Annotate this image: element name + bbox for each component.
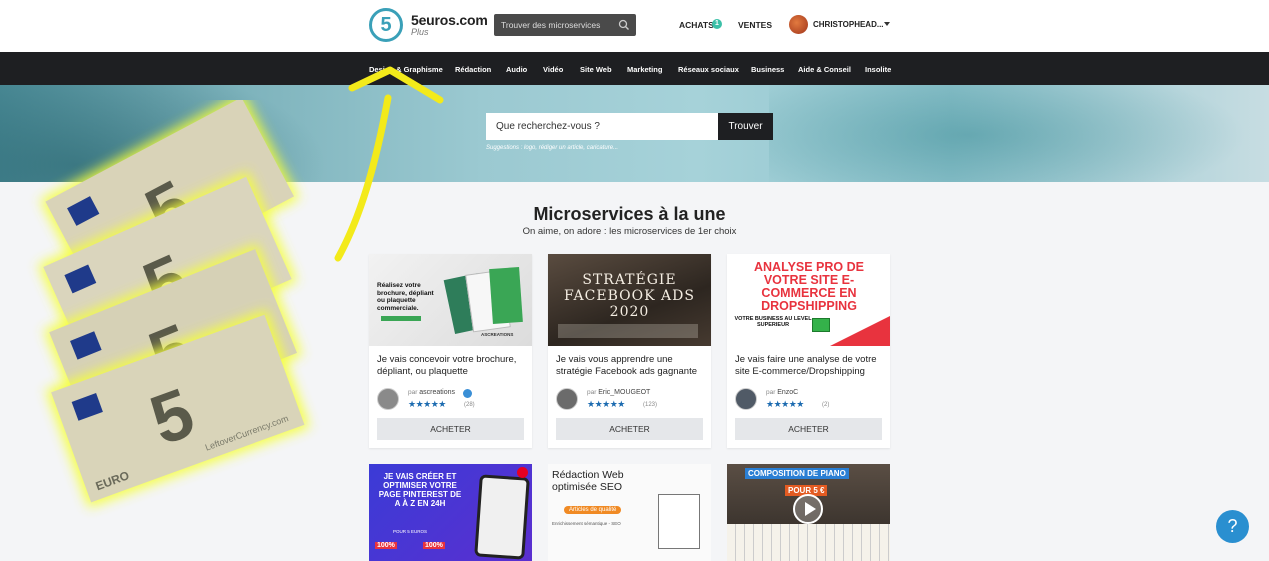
cash-graphic: [812, 318, 830, 332]
service-title[interactable]: Je vais faire une analyse de votre site …: [735, 354, 885, 378]
doc-graphic: [658, 494, 700, 549]
review-count: (2): [822, 402, 830, 408]
phone-graphic: [474, 474, 530, 560]
category-redaction[interactable]: Rédaction: [455, 65, 491, 74]
chevron-down-icon[interactable]: [884, 22, 890, 26]
image-bar: [381, 316, 421, 321]
logo-icon[interactable]: 5: [369, 8, 403, 42]
search-icon[interactable]: [618, 19, 630, 31]
image-badge: 100%: [375, 542, 397, 549]
buy-button[interactable]: ACHETER: [735, 418, 882, 440]
brand-name: 5euros.com: [411, 12, 488, 28]
seller-avatar[interactable]: [556, 388, 578, 410]
seller-name[interactable]: ascreations: [419, 389, 455, 396]
image-caption: Rédaction Web optimisée SEO: [552, 469, 624, 493]
category-insolite[interactable]: Insolite: [865, 65, 891, 74]
image-sub: VOTRE BUSINESS AU LEVEL SUPERIEUR: [734, 316, 812, 328]
user-name[interactable]: CHRISTOPHEAD...: [813, 20, 884, 29]
image-caption: ANALYSE PRO DE VOTRE SITE E-COMMERCE EN …: [754, 260, 864, 313]
brochure-graphic: [489, 267, 523, 324]
service-image[interactable]: COMPOSITION DE PIANO POUR 5 €: [727, 464, 890, 561]
verified-icon: [463, 389, 472, 398]
service-title[interactable]: Je vais vous apprendre une stratégie Fac…: [556, 354, 706, 378]
header-search: [494, 14, 636, 36]
buy-button[interactable]: ACHETER: [377, 418, 524, 440]
top-header: 5 5euros.com Plus ACHATS 1 VENTES CHRIST…: [0, 0, 1269, 52]
category-aide-conseil[interactable]: Aide & Conseil: [798, 65, 851, 74]
seller-name[interactable]: Eric_MOUGEOT: [598, 389, 650, 396]
rating-stars: ★★★★★: [587, 399, 625, 409]
hero-search-input[interactable]: [486, 113, 719, 140]
nav-achats[interactable]: ACHATS: [679, 20, 714, 30]
image-caption: STRATÉGIE FACEBOOK ADS 2020: [564, 272, 695, 320]
buy-button[interactable]: ACHETER: [556, 418, 703, 440]
image-sub: Articles de qualité: [564, 506, 622, 514]
image-corner: [830, 316, 890, 346]
seller-line: par Eric_MOUGEOT: [587, 389, 651, 396]
hero-search-button[interactable]: Trouver: [718, 113, 773, 140]
service-image[interactable]: STRATÉGIE FACEBOOK ADS 2020: [548, 254, 711, 346]
achats-count-badge: 1: [712, 19, 722, 29]
image-sub2: Enrichissement sémantique - SEO: [552, 521, 621, 526]
image-caption: JE VAIS CRÉER ET OPTIMISER VOTRE PAGE PI…: [378, 472, 462, 508]
header-search-input[interactable]: [494, 14, 612, 36]
nav-ventes[interactable]: VENTES: [738, 20, 772, 30]
service-image[interactable]: JE VAIS CRÉER ET OPTIMISER VOTRE PAGE PI…: [369, 464, 532, 561]
service-card[interactable]: STRATÉGIE FACEBOOK ADS 2020 Je vais vous…: [548, 254, 711, 448]
category-site-web[interactable]: Site Web: [580, 65, 612, 74]
service-title[interactable]: Je vais concevoir votre brochure, déplia…: [377, 354, 527, 378]
service-image[interactable]: ANALYSE PRO DE VOTRE SITE E-COMMERCE EN …: [727, 254, 890, 346]
rating-stars: ★★★★★: [766, 399, 804, 409]
seller-line: par EnzoC: [766, 389, 799, 396]
image-label: ASCREATIONS: [481, 332, 514, 337]
image-sub: POUR 5 EUROS: [393, 529, 428, 534]
service-card[interactable]: Réalisez votre brochure, dépliant ou pla…: [369, 254, 532, 448]
category-video[interactable]: Vidéo: [543, 65, 563, 74]
piano-keys: [727, 524, 890, 561]
category-nav: Design & Graphisme Rédaction Audio Vidéo…: [0, 52, 1269, 85]
image-badge: 100%: [423, 542, 445, 549]
image-caption: COMPOSITION DE PIANO: [745, 468, 849, 479]
brand-sub: Plus: [411, 27, 429, 37]
arrow-icon: [334, 66, 444, 262]
category-business[interactable]: Business: [751, 65, 784, 74]
category-audio[interactable]: Audio: [506, 65, 527, 74]
search-suggestions: Suggestions : logo, rédiger un article, …: [486, 145, 619, 151]
service-image[interactable]: Rédaction Web optimisée SEO Articles de …: [548, 464, 711, 561]
review-count: (123): [643, 402, 658, 408]
seller-avatar[interactable]: [377, 388, 399, 410]
image-caption: Réalisez votre brochure, dépliant ou pla…: [377, 282, 434, 312]
pinterest-icon: [517, 467, 528, 478]
play-icon[interactable]: [793, 494, 823, 524]
image-bar: [558, 324, 698, 338]
seller-line: par ascreations: [408, 389, 456, 396]
category-reseaux-sociaux[interactable]: Réseaux sociaux: [678, 65, 739, 74]
user-avatar[interactable]: [789, 15, 808, 34]
seller-avatar[interactable]: [735, 388, 757, 410]
help-button[interactable]: ?: [1216, 510, 1249, 543]
euro-notes-illustration: 5 5 5 5 EURO LeftoverCurrency.com: [38, 100, 310, 508]
rating-stars: ★★★★★: [408, 399, 446, 409]
brand[interactable]: 5euros.com Plus: [411, 12, 488, 37]
review-count: (28): [464, 402, 475, 408]
service-card[interactable]: ANALYSE PRO DE VOTRE SITE E-COMMERCE EN …: [727, 254, 890, 448]
category-marketing[interactable]: Marketing: [627, 65, 662, 74]
seller-name[interactable]: EnzoC: [777, 389, 798, 396]
